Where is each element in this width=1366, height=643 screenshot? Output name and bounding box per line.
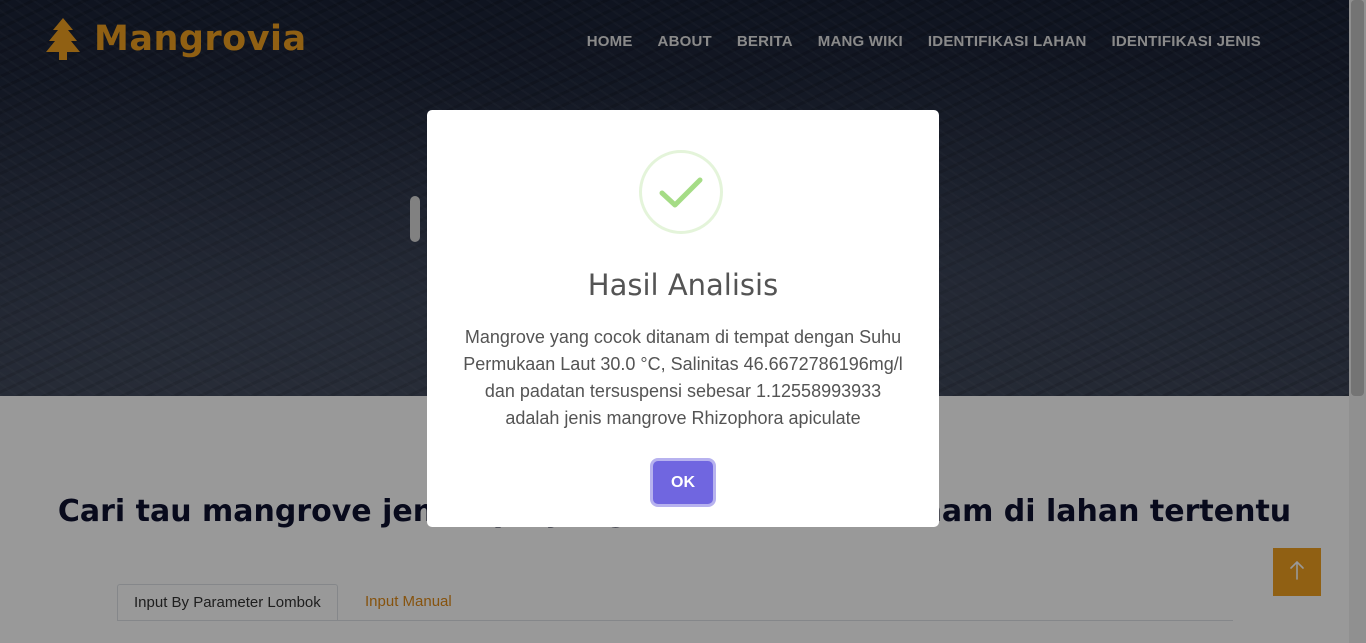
success-check-icon: [639, 150, 723, 234]
ok-button[interactable]: OK: [653, 461, 713, 504]
dialog-title: Hasil Analisis: [587, 268, 779, 302]
dialog-message: Mangrove yang cocok ditanam di tempat de…: [463, 327, 903, 428]
result-dialog: Hasil Analisis Mangrove yang cocok ditan…: [427, 110, 939, 527]
